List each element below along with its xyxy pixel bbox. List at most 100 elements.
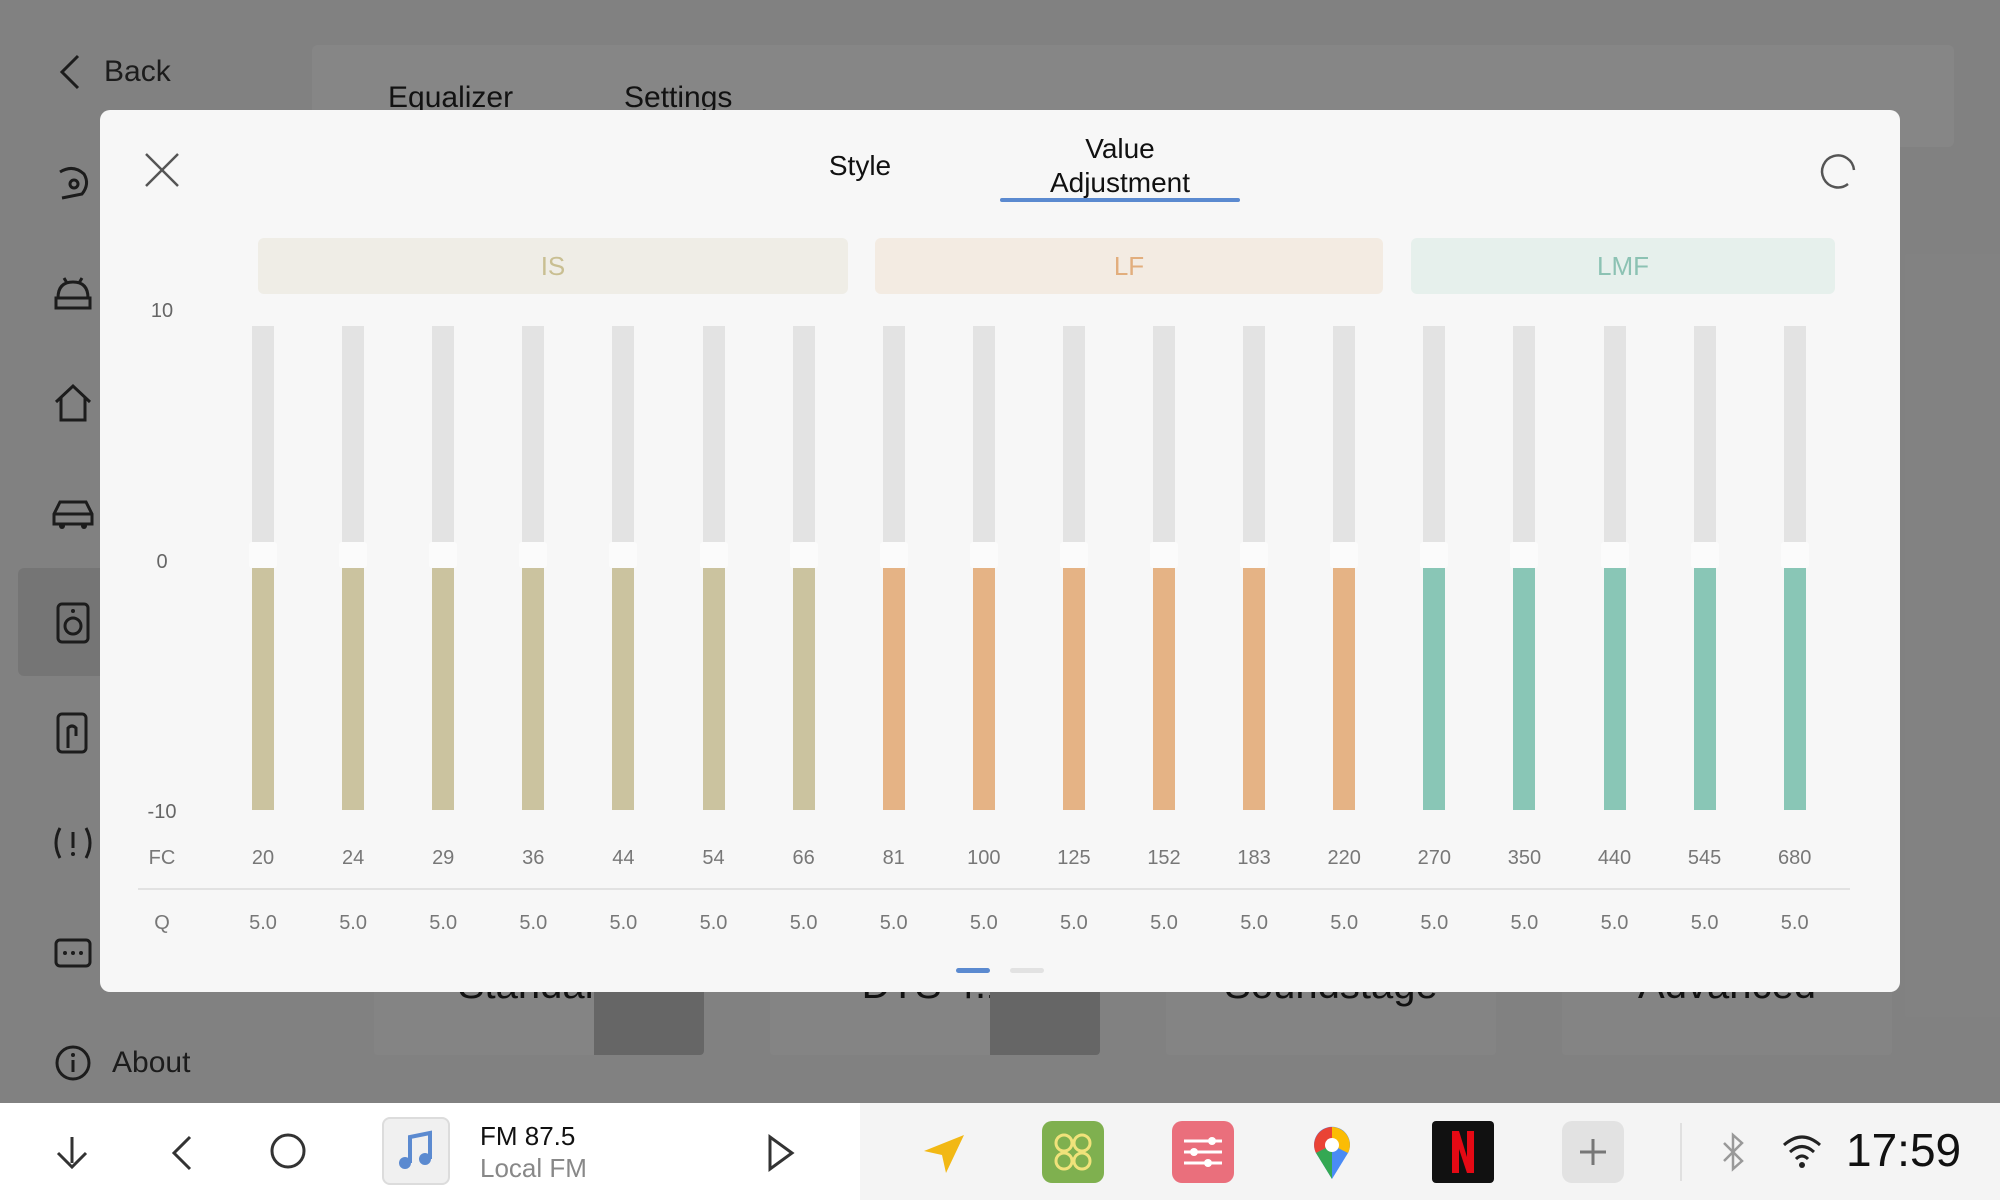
q-value[interactable]: 5.0 xyxy=(1670,912,1740,935)
eq-slider-thumb[interactable] xyxy=(1150,542,1178,568)
q-value[interactable]: 5.0 xyxy=(1489,912,1559,935)
eq-slider-152[interactable] xyxy=(1150,326,1178,810)
tab-value-line1: Value xyxy=(1085,133,1155,164)
q-value[interactable]: 5.0 xyxy=(228,912,298,935)
q-value[interactable]: 5.0 xyxy=(769,912,839,935)
eq-slider-thumb[interactable] xyxy=(1780,542,1809,568)
page-indicator-inactive[interactable] xyxy=(1010,968,1044,973)
fc-value[interactable]: 680 xyxy=(1760,847,1830,870)
q-value[interactable]: 5.0 xyxy=(408,912,478,935)
bluetooth-icon[interactable] xyxy=(1718,1131,1748,1173)
eq-slider-thumb[interactable] xyxy=(699,542,728,568)
eq-slider-680[interactable] xyxy=(1780,326,1809,810)
q-value[interactable]: 5.0 xyxy=(679,912,749,935)
q-value[interactable]: 5.0 xyxy=(1219,912,1289,935)
eq-slider-fill xyxy=(882,568,905,810)
eq-slider-thumb[interactable] xyxy=(1510,542,1539,568)
eq-slider-thumb[interactable] xyxy=(609,542,638,568)
q-value[interactable]: 5.0 xyxy=(498,912,568,935)
eq-slider-350[interactable] xyxy=(1510,326,1539,810)
fc-value[interactable]: 270 xyxy=(1399,847,1469,870)
eq-slider-fill xyxy=(432,568,455,810)
q-value[interactable]: 5.0 xyxy=(1399,912,1469,935)
eq-slider-44[interactable] xyxy=(609,326,638,810)
eq-slider-fill xyxy=(792,568,815,810)
eq-slider-440[interactable] xyxy=(1600,326,1629,810)
navigation-arrow-icon[interactable] xyxy=(920,1131,966,1177)
eq-slider-29[interactable] xyxy=(429,326,458,810)
y-axis-mid-label: 0 xyxy=(156,551,168,573)
q-value[interactable]: 5.0 xyxy=(1039,912,1109,935)
eq-slider-fill xyxy=(1243,568,1266,810)
eq-slider-fill xyxy=(702,568,725,810)
eq-slider-thumb[interactable] xyxy=(339,542,368,568)
q-value[interactable]: 5.0 xyxy=(1760,912,1830,935)
fc-value[interactable]: 350 xyxy=(1489,847,1559,870)
eq-slider-20[interactable] xyxy=(249,326,277,810)
q-value[interactable]: 5.0 xyxy=(1129,912,1199,935)
eq-slider-81[interactable] xyxy=(879,326,908,810)
home-circle-icon[interactable] xyxy=(268,1131,308,1171)
fc-value[interactable]: 20 xyxy=(228,847,298,870)
fc-value[interactable]: 81 xyxy=(859,847,929,870)
eq-slider-thumb[interactable] xyxy=(879,542,908,568)
eq-slider-thumb[interactable] xyxy=(1690,542,1719,568)
eq-slider-36[interactable] xyxy=(519,326,548,810)
add-app-button[interactable] xyxy=(1562,1121,1624,1183)
q-value[interactable]: 5.0 xyxy=(1309,912,1379,935)
fc-value[interactable]: 183 xyxy=(1219,847,1289,870)
eq-slider-125[interactable] xyxy=(1059,326,1088,810)
eq-slider-thumb[interactable] xyxy=(249,542,277,568)
page-indicator-active[interactable] xyxy=(956,968,990,973)
back-arrow-icon[interactable] xyxy=(166,1133,196,1173)
fc-value[interactable]: 545 xyxy=(1670,847,1740,870)
eq-slider-66[interactable] xyxy=(789,326,818,810)
fc-value[interactable]: 125 xyxy=(1039,847,1109,870)
eq-slider-545[interactable] xyxy=(1690,326,1719,810)
eq-slider-100[interactable] xyxy=(969,326,998,810)
q-value[interactable]: 5.0 xyxy=(588,912,658,935)
q-value[interactable]: 5.0 xyxy=(1580,912,1650,935)
wifi-icon[interactable] xyxy=(1780,1133,1824,1169)
fc-value[interactable]: 36 xyxy=(498,847,568,870)
eq-slider-270[interactable] xyxy=(1420,326,1449,810)
eq-slider-220[interactable] xyxy=(1330,326,1359,810)
tab-value-adjustment[interactable]: Value Adjustment xyxy=(1000,132,1240,200)
eq-slider-thumb[interactable] xyxy=(789,542,818,568)
q-value[interactable]: 5.0 xyxy=(949,912,1019,935)
fc-value[interactable]: 440 xyxy=(1580,847,1650,870)
maps-pin-icon[interactable] xyxy=(1310,1123,1354,1181)
fc-value[interactable]: 152 xyxy=(1129,847,1199,870)
close-icon[interactable] xyxy=(140,148,184,192)
eq-slider-thumb[interactable] xyxy=(429,542,458,568)
eq-slider-54[interactable] xyxy=(699,326,728,810)
radio-station-title[interactable]: FM 87.5 xyxy=(480,1121,575,1152)
eq-slider-thumb[interactable] xyxy=(1330,542,1359,568)
eq-slider-thumb[interactable] xyxy=(1240,542,1269,568)
radio-artwork[interactable] xyxy=(382,1117,450,1185)
fc-value[interactable]: 100 xyxy=(949,847,1019,870)
eq-slider-thumb[interactable] xyxy=(969,542,998,568)
fc-value[interactable]: 29 xyxy=(408,847,478,870)
reset-icon[interactable] xyxy=(1816,148,1860,192)
eq-slider-183[interactable] xyxy=(1240,326,1269,810)
q-value[interactable]: 5.0 xyxy=(859,912,929,935)
eq-slider-24[interactable] xyxy=(339,326,368,810)
tab-style[interactable]: Style xyxy=(800,150,920,182)
chevron-down-icon[interactable] xyxy=(52,1133,92,1173)
eq-slider-thumb[interactable] xyxy=(1059,542,1088,568)
eq-slider-fill xyxy=(1153,568,1175,810)
fc-value[interactable]: 66 xyxy=(769,847,839,870)
fc-value[interactable]: 44 xyxy=(588,847,658,870)
apps-grid-icon[interactable] xyxy=(1042,1121,1104,1183)
equalizer-app-icon[interactable] xyxy=(1172,1121,1234,1183)
fc-value[interactable]: 220 xyxy=(1309,847,1379,870)
eq-slider-thumb[interactable] xyxy=(1600,542,1629,568)
eq-slider-thumb[interactable] xyxy=(1420,542,1449,568)
q-value[interactable]: 5.0 xyxy=(318,912,388,935)
eq-slider-thumb[interactable] xyxy=(519,542,548,568)
play-icon[interactable] xyxy=(766,1133,796,1173)
netflix-icon[interactable] xyxy=(1432,1121,1494,1183)
fc-value[interactable]: 24 xyxy=(318,847,388,870)
fc-value[interactable]: 54 xyxy=(679,847,749,870)
